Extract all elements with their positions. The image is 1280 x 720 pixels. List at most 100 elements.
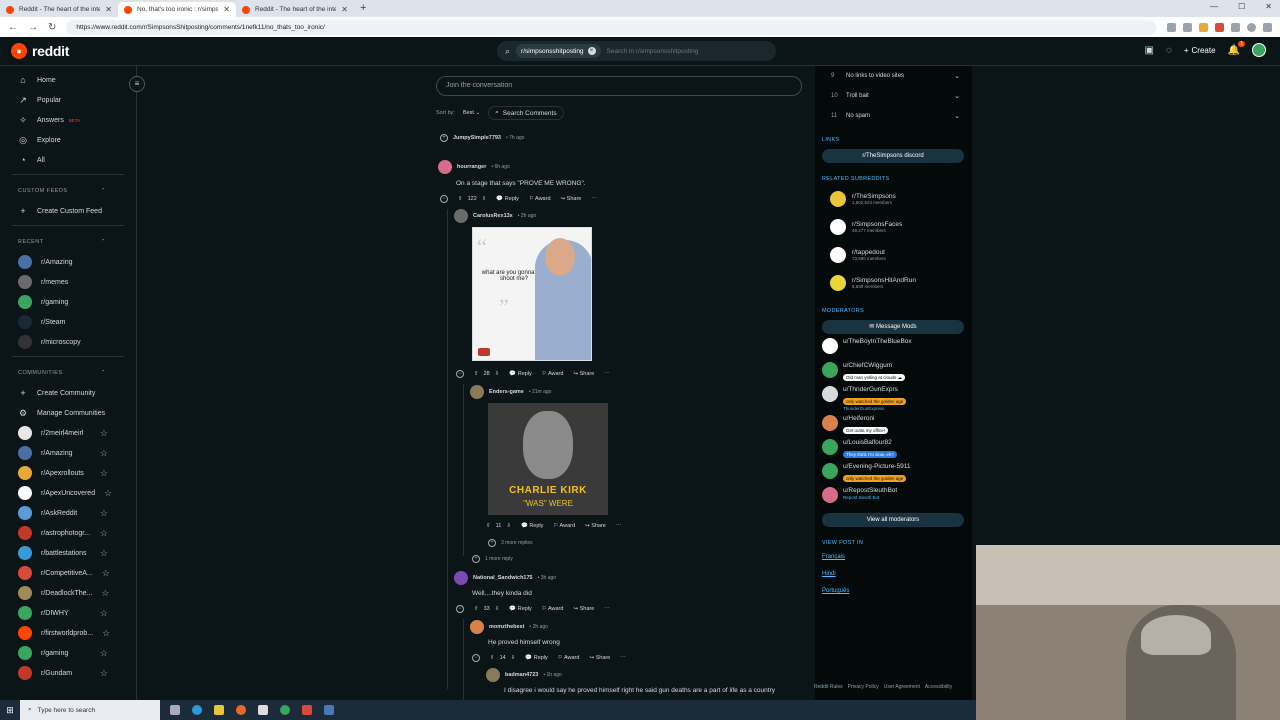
search-comments-button[interactable]: ⌕ Search Comments	[488, 106, 564, 120]
downvote-icon[interactable]: ⇩	[495, 606, 500, 612]
remove-chip-icon[interactable]: ×	[587, 47, 596, 55]
community-item[interactable]: r/Amazing ☆	[0, 443, 136, 463]
reply-button[interactable]: 💬 Reply	[509, 371, 531, 377]
award-button[interactable]: ⚐ Award	[542, 606, 564, 612]
meme-image-charlie-kirk[interactable]: CHARLIE KIRK "WAS" WERE	[488, 403, 608, 515]
share-button[interactable]: ↪ Share	[589, 655, 610, 661]
avatar[interactable]	[438, 160, 452, 174]
community-item[interactable]: r/2meirl4meirl ☆	[0, 423, 136, 443]
language-link[interactable]: Português	[815, 583, 972, 600]
rule-item[interactable]: 9 No links to video sites ⌄	[815, 66, 972, 86]
maximize-icon[interactable]: ☐	[1238, 2, 1245, 11]
firefox-icon[interactable]	[236, 705, 246, 715]
moderator-item[interactable]: u/Heiferoni Get outta my office!	[815, 415, 972, 435]
manage-communities[interactable]: ⚙ Manage Communities	[0, 403, 136, 423]
collapsed-comment[interactable]: + JumpySimple7793 • 7h ago	[440, 134, 524, 142]
extension-icon[interactable]	[1231, 22, 1240, 32]
nav-popular[interactable]: ↗ Popular	[0, 90, 136, 110]
view-all-moderators-button[interactable]: View all moderators	[822, 513, 964, 527]
favorite-star-icon[interactable]: ☆	[102, 568, 110, 579]
community-item[interactable]: r/CompetitiveA... ☆	[0, 563, 136, 583]
more-options-icon[interactable]: ⋯	[591, 196, 597, 202]
related-subreddit[interactable]: r/SimpsonsFaces 49,277 members	[815, 213, 972, 241]
browser-tab[interactable]: Reddit - The heart of the internet ✕	[0, 2, 118, 17]
comment-author[interactable]: Enders-game	[489, 389, 524, 395]
favorite-star-icon[interactable]: ☆	[100, 468, 108, 479]
custom-feeds-header[interactable]: CUSTOM FEEDS ⌃	[0, 181, 136, 201]
share-button[interactable]: ↪ Share	[561, 196, 582, 202]
favorite-star-icon[interactable]: ☆	[100, 428, 108, 439]
create-custom-feed[interactable]: + Create Custom Feed	[0, 201, 136, 221]
community-item[interactable]: r/DeadlockThe... ☆	[0, 583, 136, 603]
close-tab-icon[interactable]: ✕	[341, 5, 348, 14]
more-options-icon[interactable]: ⋯	[616, 523, 622, 529]
message-mods-button[interactable]: ✉ Message Mods	[822, 320, 964, 334]
advertise-icon[interactable]: ▣	[1144, 45, 1153, 56]
community-item[interactable]: r/ApexUncovered ☆	[0, 483, 136, 503]
search-input[interactable]	[606, 47, 768, 55]
avatar[interactable]	[470, 620, 484, 634]
recent-item[interactable]: r/microscopy	[0, 332, 136, 352]
collapse-icon[interactable]: −	[456, 605, 464, 613]
community-item[interactable]: r/battlestations ☆	[0, 543, 136, 563]
browser-tab-active[interactable]: No, that's too ironic : r/simpsons... ✕	[118, 2, 236, 17]
app-icon[interactable]	[258, 705, 268, 715]
brave-icon[interactable]	[302, 705, 312, 715]
favorite-star-icon[interactable]: ☆	[100, 668, 108, 679]
award-button[interactable]: ⚐ Award	[558, 655, 580, 661]
community-item[interactable]: r/Apexrollouts ☆	[0, 463, 136, 483]
footer-link[interactable]: User Agreement	[884, 684, 920, 690]
expand-icon[interactable]: +	[440, 134, 448, 142]
edge-icon[interactable]	[192, 705, 202, 715]
extension-icon[interactable]	[1183, 22, 1192, 32]
notifications-icon[interactable]: 🔔 1	[1228, 40, 1245, 56]
collapse-icon[interactable]: −	[440, 195, 448, 203]
award-button[interactable]: ⚐ Award	[529, 196, 551, 202]
search-bar[interactable]: ⌕ r/simpsonsshitposting ×	[497, 41, 776, 61]
menu-icon[interactable]	[1263, 22, 1272, 32]
downvote-icon[interactable]: ⇩	[511, 655, 516, 661]
downvote-icon[interactable]: ⇩	[495, 371, 500, 377]
community-item[interactable]: r/Gundam ☆	[0, 663, 136, 683]
favorite-star-icon[interactable]: ☆	[100, 508, 108, 519]
share-button[interactable]: ↪ Share	[585, 523, 606, 529]
collapse-icon[interactable]: −	[456, 370, 464, 378]
avatar[interactable]	[454, 571, 468, 585]
xbox-icon[interactable]	[280, 705, 290, 715]
moderator-item[interactable]: u/ChiefCWiggum Old man yelling at clouds …	[815, 362, 972, 382]
taskbar-search[interactable]: ⌕ Type here to search	[20, 700, 160, 720]
extension-icon[interactable]	[1215, 22, 1224, 32]
reload-icon[interactable]: ↻	[48, 22, 56, 33]
moderator-item[interactable]: u/ThnderGunExprs only watched the golden …	[815, 386, 972, 411]
nav-answers[interactable]: ✧ Answers BETA	[0, 110, 136, 130]
avatar[interactable]	[486, 668, 500, 682]
new-tab-button[interactable]: +	[354, 2, 372, 17]
favorite-star-icon[interactable]: ☆	[102, 628, 110, 639]
collapse-icon[interactable]: −	[472, 654, 480, 662]
comment-author[interactable]: CarolusRex13x	[473, 213, 513, 219]
browser-tab[interactable]: Reddit - The heart of the internet ✕	[236, 2, 354, 17]
community-item[interactable]: r/AskReddit ☆	[0, 503, 136, 523]
upvote-icon[interactable]: ⇧	[474, 606, 479, 612]
more-options-icon[interactable]: ⋯	[604, 606, 610, 612]
reddit-logo[interactable]: ● reddit	[11, 43, 69, 59]
community-item[interactable]: r/firstworldprob... ☆	[0, 623, 136, 643]
chat-icon[interactable]: ◌	[1166, 45, 1172, 56]
downvote-icon[interactable]: ⇩	[506, 523, 511, 529]
comment-author[interactable]: badman4723	[505, 672, 538, 678]
rule-item[interactable]: 11 No spam ⌄	[815, 106, 972, 126]
reply-button[interactable]: 💬 Reply	[509, 606, 531, 612]
subreddit-search-chip[interactable]: r/simpsonsshitposting ×	[516, 44, 601, 58]
nav-home[interactable]: ⌂ Home	[0, 70, 136, 90]
reply-button[interactable]: 💬 Reply	[496, 196, 518, 202]
comment-author[interactable]: hourranger	[457, 164, 486, 170]
meme-image-prove-me-wrong[interactable]: “ what are you gonna do? shoot me? ”	[472, 227, 592, 361]
collapse-sidebar-button[interactable]: ≡	[129, 76, 145, 92]
favorite-star-icon[interactable]: ☆	[101, 588, 109, 599]
close-window-icon[interactable]: ✕	[1265, 2, 1272, 11]
footer-link[interactable]: Reddit Rules	[814, 684, 843, 690]
upvote-icon[interactable]: ⇧	[474, 371, 479, 377]
more-replies-link[interactable]: +3 more replies	[488, 539, 533, 547]
more-options-icon[interactable]: ⋯	[604, 371, 610, 377]
favorite-star-icon[interactable]: ☆	[100, 528, 108, 539]
